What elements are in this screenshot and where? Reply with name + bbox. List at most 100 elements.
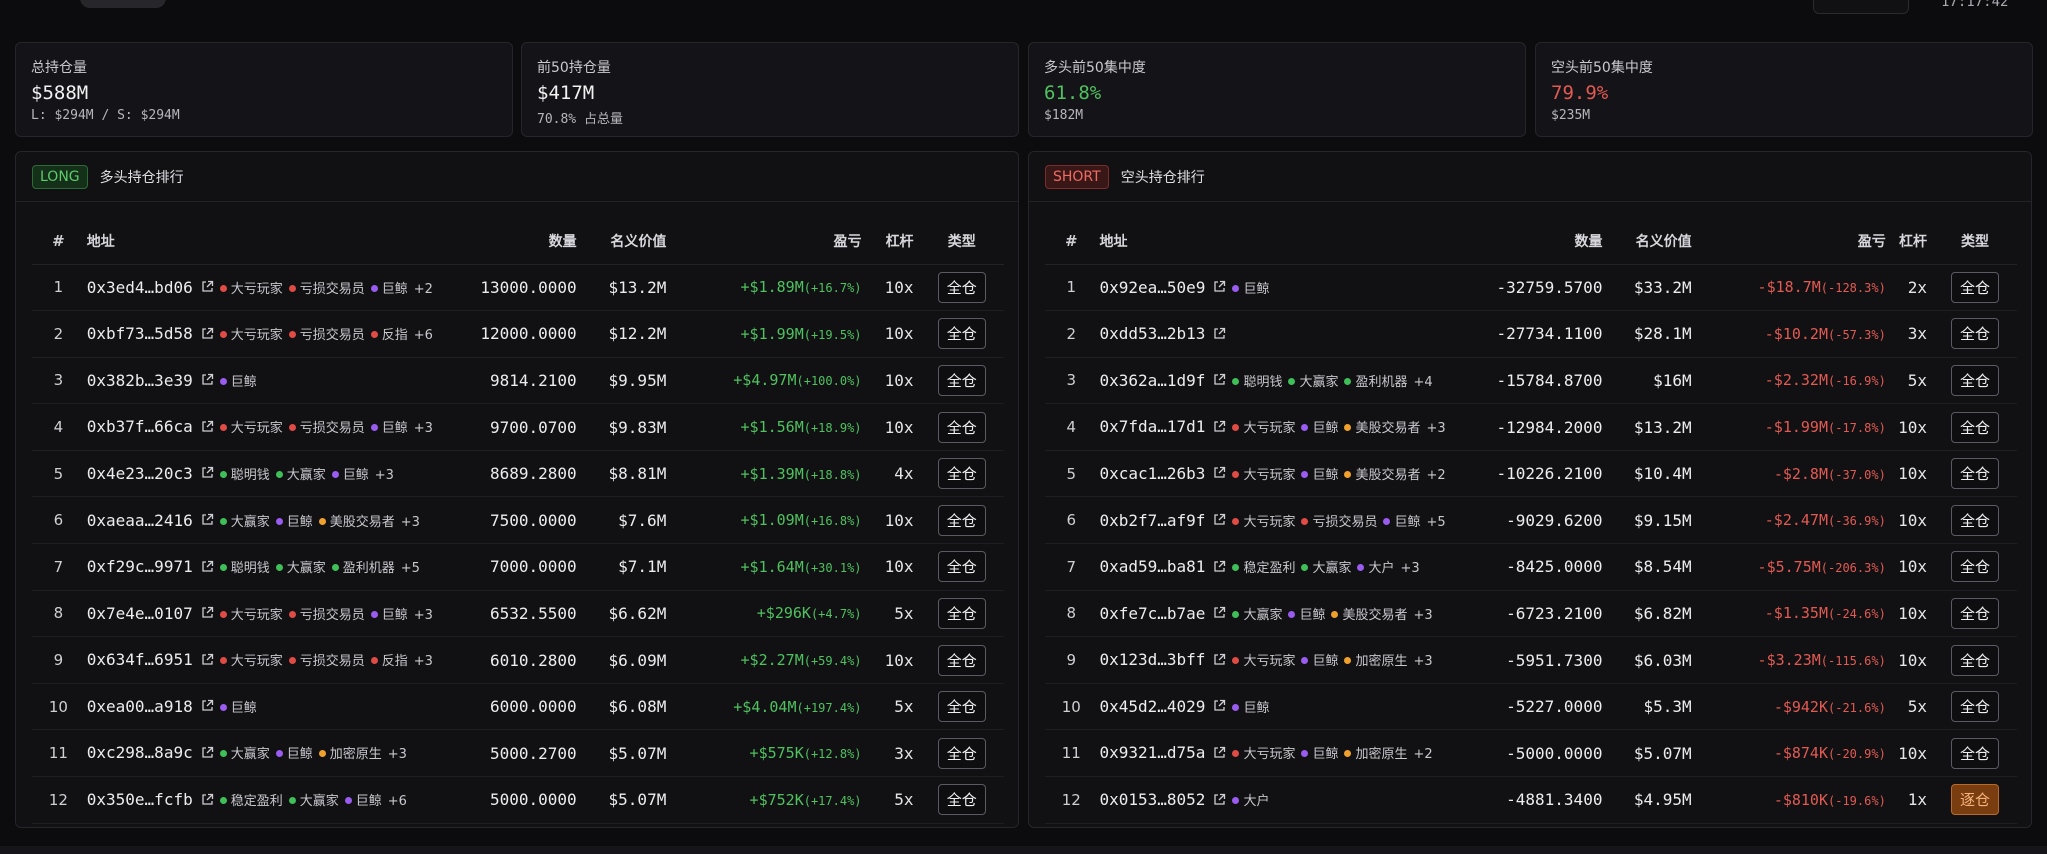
more-tags-count[interactable]: +3 <box>375 468 394 483</box>
margin-type-button[interactable]: 全仓 <box>937 271 986 303</box>
margin-type-button[interactable]: 全仓 <box>937 644 986 676</box>
external-link-icon[interactable] <box>1213 420 1226 437</box>
external-link-icon[interactable] <box>1213 560 1226 577</box>
top-nav-pill[interactable] <box>80 0 166 8</box>
external-link-icon[interactable] <box>201 280 214 297</box>
margin-type-button[interactable]: 逐仓 <box>1951 784 2000 816</box>
external-link-icon[interactable] <box>201 699 214 716</box>
wallet-address-link[interactable]: 0x123d…3bff <box>1099 650 1205 669</box>
wallet-address-link[interactable]: 0xb37f…66ca <box>87 417 193 436</box>
external-link-icon[interactable] <box>201 513 214 530</box>
wallet-address-link[interactable]: 0xfe7c…b7ae <box>1099 604 1205 623</box>
more-tags-count[interactable]: +6 <box>414 328 433 343</box>
margin-type-button[interactable]: 全仓 <box>937 504 986 536</box>
table-row[interactable]: 4 0xb37f…66ca 大亏玩家 亏损交易员 巨鲸 +3 9700.0700 $9.83M… <box>32 403 1004 451</box>
wallet-address-link[interactable]: 0xcac1…26b3 <box>1099 464 1205 483</box>
table-row[interactable]: 10 0xea00…a918 巨鲸 6000.0000 $6.08M +$4.04M(+1… <box>32 683 1004 731</box>
wallet-address-link[interactable]: 0x45d2…4029 <box>1099 697 1205 716</box>
margin-type-button[interactable]: 全仓 <box>1951 271 2000 303</box>
margin-type-button[interactable]: 全仓 <box>1951 364 2000 396</box>
margin-type-button[interactable]: 全仓 <box>937 597 986 629</box>
table-row[interactable]: 9 0x634f…6951 大亏玩家 亏损交易员 反指 +3 6010.2800 $6.09M… <box>32 636 1004 684</box>
table-row[interactable]: 7 0xad59…ba81 稳定盈利 大赢家 大户 +3 -8425.0000 $8.54M -… <box>1045 543 2017 591</box>
more-tags-count[interactable]: +3 <box>1413 654 1432 669</box>
margin-type-button[interactable]: 全仓 <box>1951 644 2000 676</box>
wallet-address-link[interactable]: 0xb2f7…af9f <box>1099 511 1205 530</box>
margin-type-button[interactable]: 全仓 <box>937 364 986 396</box>
wallet-address-link[interactable]: 0x7e4e…0107 <box>87 604 193 623</box>
more-tags-count[interactable]: +3 <box>414 608 433 623</box>
wallet-address-link[interactable]: 0x92ea…50e9 <box>1099 278 1205 297</box>
margin-type-button[interactable]: 全仓 <box>1951 411 2000 443</box>
more-tags-count[interactable]: +6 <box>388 794 407 809</box>
more-tags-count[interactable]: +3 <box>414 654 433 669</box>
external-link-icon[interactable] <box>1213 699 1226 716</box>
table-row[interactable]: 10 0x45d2…4029 巨鲸 -5227.0000 $5.3M -$942K(-21… <box>1045 683 2017 731</box>
wallet-address-link[interactable]: 0xdd53…2b13 <box>1099 324 1205 343</box>
table-row[interactable]: 6 0xaeaa…2416 大赢家 巨鲸 美股交易者 +3 7500.0000 $7.6M +$… <box>32 496 1004 545</box>
margin-type-button[interactable]: 全仓 <box>1951 737 2000 769</box>
margin-type-button[interactable]: 全仓 <box>937 737 986 769</box>
wallet-address-link[interactable]: 0xf29c…9971 <box>87 557 193 576</box>
table-row[interactable]: 2 0xbf73…5d58 大亏玩家 亏损交易员 反指 +6 12000.0000 $12.2… <box>32 310 1004 358</box>
table-row[interactable]: 4 0x7fda…17d1 大亏玩家 巨鲸 美股交易者 +3 -12984.2000 $13.… <box>1045 403 2017 451</box>
margin-type-button[interactable]: 全仓 <box>937 318 986 350</box>
external-link-icon[interactable] <box>1213 466 1226 483</box>
margin-type-button[interactable]: 全仓 <box>1951 318 2000 350</box>
wallet-address-link[interactable]: 0xbf73…5d58 <box>87 324 193 343</box>
more-tags-count[interactable]: +4 <box>1413 375 1432 390</box>
external-link-icon[interactable] <box>1213 280 1226 297</box>
more-tags-count[interactable]: +5 <box>401 561 420 576</box>
wallet-address-link[interactable]: 0xad59…ba81 <box>1099 557 1205 576</box>
external-link-icon[interactable] <box>1213 327 1226 344</box>
more-tags-count[interactable]: +3 <box>1413 608 1432 623</box>
external-link-icon[interactable] <box>201 606 214 623</box>
more-tags-count[interactable]: +3 <box>414 421 433 436</box>
table-row[interactable]: 12 0x0153…8052 大户 -4881.3400 $4.95M -$810K(-1… <box>1045 776 2017 824</box>
margin-type-button[interactable]: 全仓 <box>1951 504 2000 536</box>
external-link-icon[interactable] <box>201 560 214 577</box>
external-link-icon[interactable] <box>1213 373 1226 390</box>
table-row[interactable]: 12 0x350e…fcfb 稳定盈利 大赢家 巨鲸 +6 5000.0000 $5.07M +… <box>32 776 1004 824</box>
margin-type-button[interactable]: 全仓 <box>937 691 986 723</box>
external-link-icon[interactable] <box>201 420 214 437</box>
more-tags-count[interactable]: +2 <box>1426 468 1445 483</box>
external-link-icon[interactable] <box>201 466 214 483</box>
external-link-icon[interactable] <box>1213 793 1226 810</box>
table-row[interactable]: 3 0x382b…3e39 巨鲸 9814.2100 $9.95M +$4.97M(+10… <box>32 357 1004 405</box>
more-tags-count[interactable]: +5 <box>1426 515 1445 530</box>
wallet-address-link[interactable]: 0x7fda…17d1 <box>1099 417 1205 436</box>
wallet-address-link[interactable]: 0xc298…8a9c <box>87 743 193 762</box>
margin-type-button[interactable]: 全仓 <box>937 411 986 443</box>
margin-type-button[interactable]: 全仓 <box>937 458 986 490</box>
wallet-address-link[interactable]: 0x350e…fcfb <box>87 790 193 809</box>
external-link-icon[interactable] <box>201 793 214 810</box>
external-link-icon[interactable] <box>201 373 214 390</box>
margin-type-button[interactable]: 全仓 <box>1951 551 2000 583</box>
external-link-icon[interactable] <box>1213 746 1226 763</box>
table-row[interactable]: 3 0x362a…1d9f 聪明钱 大赢家 盈利机器 +4 -15784.8700 $16M -… <box>1045 357 2017 405</box>
external-link-icon[interactable] <box>1213 513 1226 530</box>
wallet-address-link[interactable]: 0x9321…d75a <box>1099 743 1205 762</box>
wallet-address-link[interactable]: 0x634f…6951 <box>87 650 193 669</box>
margin-type-button[interactable]: 全仓 <box>1951 597 2000 629</box>
table-row[interactable]: 1 0x3ed4…bd06 大亏玩家 亏损交易员 巨鲸 +2 13000.0000 $13.2… <box>32 264 1004 312</box>
external-link-icon[interactable] <box>201 653 214 670</box>
table-row[interactable]: 7 0xf29c…9971 聪明钱 大赢家 盈利机器 +5 7000.0000 $7.1M +$… <box>32 543 1004 591</box>
external-link-icon[interactable] <box>201 327 214 344</box>
more-tags-count[interactable]: +3 <box>401 515 420 530</box>
table-row[interactable]: 1 0x92ea…50e9 巨鲸 -32759.5700 $33.2M -$18.7M(-… <box>1045 264 2017 312</box>
wallet-address-link[interactable]: 0xea00…a918 <box>87 697 193 716</box>
table-row[interactable]: 5 0xcac1…26b3 大亏玩家 巨鲸 美股交易者 +2 -10226.2100 $10.… <box>1045 450 2017 498</box>
table-row[interactable]: 11 0x9321…d75a 大亏玩家 巨鲸 加密原生 +2 -5000.0000 $5.07… <box>1045 729 2017 778</box>
table-row[interactable]: 8 0x7e4e…0107 大亏玩家 亏损交易员 巨鲸 +3 6532.5500 $6.62M… <box>32 590 1004 638</box>
more-tags-count[interactable]: +3 <box>388 747 407 762</box>
table-row[interactable]: 11 0xc298…8a9c 大赢家 巨鲸 加密原生 +3 5000.2700 $5.07M +… <box>32 729 1004 778</box>
wallet-address-link[interactable]: 0xaeaa…2416 <box>87 511 193 530</box>
wallet-address-link[interactable]: 0x0153…8052 <box>1099 790 1205 809</box>
wallet-address-link[interactable]: 0x382b…3e39 <box>87 371 193 390</box>
table-row[interactable]: 2 0xdd53…2b13 -27734.1100 $28.1M -$10.2M(-57… <box>1045 310 2017 358</box>
wallet-address-link[interactable]: 0x3ed4…bd06 <box>87 278 193 297</box>
margin-type-button[interactable]: 全仓 <box>1951 458 2000 490</box>
top-control-box[interactable] <box>1813 0 1909 14</box>
